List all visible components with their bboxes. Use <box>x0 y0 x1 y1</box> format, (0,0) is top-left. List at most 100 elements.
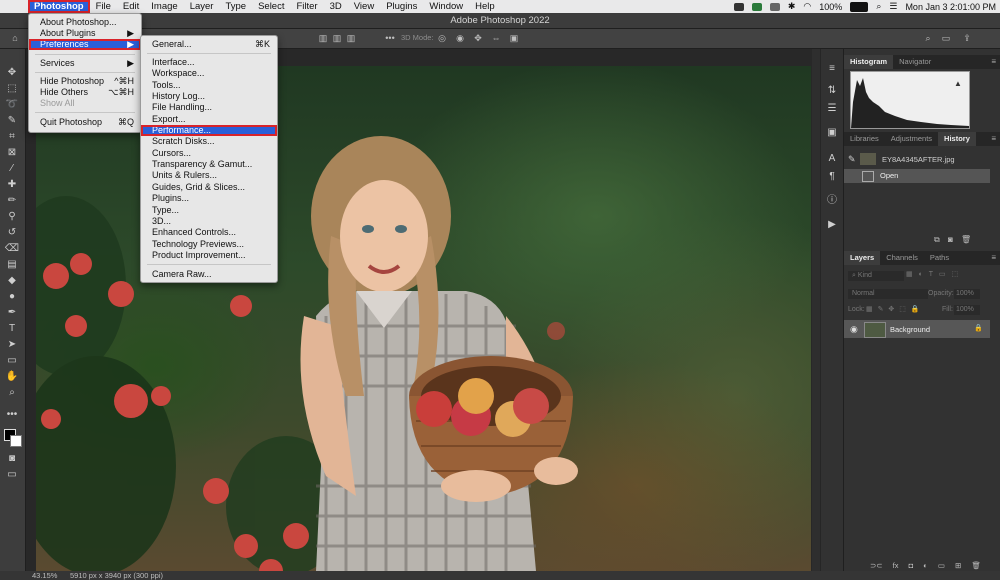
brush-tool-icon[interactable]: ✏ <box>4 195 20 207</box>
menu-image[interactable]: Image <box>145 0 183 13</box>
sliders-icon[interactable]: ☰ <box>826 103 838 115</box>
quick-select-tool-icon[interactable]: ✎ <box>4 115 20 127</box>
layer-name[interactable]: Background <box>890 325 930 334</box>
pref-item-product-improvement[interactable]: Product Improvement... <box>141 250 277 261</box>
history-brush-source-icon[interactable]: ✎ <box>848 154 856 165</box>
background-color-swatch[interactable] <box>10 435 22 447</box>
lock-move-icon[interactable]: ✥ <box>888 306 894 313</box>
menu-item-hide-others[interactable]: Hide Others ⌥⌘H <box>29 87 141 98</box>
more-tools-icon[interactable]: ••• <box>4 409 20 421</box>
actions-play-icon[interactable]: ▶ <box>826 219 838 231</box>
layer-style-icon[interactable]: fx <box>893 561 899 570</box>
menu-window[interactable]: Window <box>423 0 469 13</box>
menu-file[interactable]: File <box>90 0 117 13</box>
menu-item-quit-photoshop[interactable]: Quit Photoshop ⌘Q <box>29 117 141 128</box>
pref-item-transparency-gamut[interactable]: Transparency & Gamut... <box>141 159 277 170</box>
panel-menu-icon[interactable]: ≡ <box>991 254 996 262</box>
lock-artboard-icon[interactable]: ⬚ <box>899 306 906 313</box>
menu-select[interactable]: Select <box>252 0 290 13</box>
history-state-open[interactable]: Open <box>844 169 990 183</box>
lock-all-icon[interactable]: 🔒 <box>911 306 920 313</box>
blend-mode-select[interactable]: Normal <box>848 289 928 299</box>
dodge-tool-icon[interactable]: ● <box>4 291 20 303</box>
hand-tool-icon[interactable]: ✋ <box>4 371 20 383</box>
info-icon[interactable]: ⓘ <box>826 195 838 207</box>
canvas-scrollbar[interactable] <box>812 49 820 571</box>
control-center-icon[interactable]: ☰ <box>889 1 897 12</box>
pref-item-export[interactable]: Export... <box>141 114 277 125</box>
align-right-icon[interactable]: ▥ <box>346 33 356 43</box>
menu-help[interactable]: Help <box>469 0 501 13</box>
document-info[interactable]: 5910 px x 3940 px (300 ppi) <box>70 571 163 580</box>
search-icon[interactable]: ⌕ <box>923 33 933 43</box>
new-layer-icon[interactable]: ⊞ <box>955 561 961 570</box>
panel-menu-icon[interactable]: ≡ <box>991 58 996 66</box>
tab-paths[interactable]: Paths <box>924 251 955 265</box>
menu-item-services[interactable]: Services ▶ <box>29 58 141 69</box>
pref-item-performance[interactable]: Performance... <box>141 125 277 136</box>
more-options-icon[interactable]: ••• <box>385 33 395 43</box>
move-tool-icon[interactable]: ✥ <box>4 67 20 79</box>
history-brush-icon[interactable]: ↺ <box>4 227 20 239</box>
pref-item-technology-previews[interactable]: Technology Previews... <box>141 239 277 250</box>
history-snapshot[interactable]: ✎ EY8A4345AFTER.jpg <box>844 151 1000 169</box>
type-tool-icon[interactable]: T <box>4 323 20 335</box>
link-layers-icon[interactable]: ⊃⊂ <box>870 561 883 570</box>
zoom-level[interactable]: 43.15% <box>32 571 57 580</box>
quick-mask-icon[interactable]: ◙ <box>4 453 20 465</box>
delete-icon[interactable]: 🗑 <box>961 235 971 244</box>
pen-tool-icon[interactable]: ✒ <box>4 307 20 319</box>
pref-item-scratch-disks[interactable]: Scratch Disks... <box>141 136 277 147</box>
visibility-eye-icon[interactable]: ◉ <box>850 324 858 335</box>
home-icon[interactable]: ⌂ <box>10 33 20 43</box>
pref-item-general[interactable]: General... ⌘K <box>141 39 277 50</box>
character-icon[interactable]: A <box>826 153 838 165</box>
adjust-icon[interactable]: ⇅ <box>826 85 838 97</box>
tab-channels[interactable]: Channels <box>880 251 924 265</box>
menu-edit[interactable]: Edit <box>117 0 145 13</box>
marquee-tool-icon[interactable]: ⬚ <box>4 83 20 95</box>
layer-row-background[interactable]: ◉ Background 🔒 <box>844 320 990 338</box>
tab-navigator[interactable]: Navigator <box>893 55 937 69</box>
new-document-from-state-icon[interactable]: ⧉ <box>934 235 940 244</box>
filter-adjust-icon[interactable]: ◐ <box>919 271 923 278</box>
pref-item-cursors[interactable]: Cursors... <box>141 148 277 159</box>
opacity-field[interactable]: 100% <box>954 289 980 299</box>
menu-item-preferences[interactable]: Preferences ▶ <box>29 39 141 50</box>
menu-photoshop[interactable]: Photoshop <box>28 0 90 13</box>
align-center-icon[interactable]: ▥ <box>332 33 342 43</box>
menu-3d[interactable]: 3D <box>324 0 348 13</box>
fill-field[interactable]: 100% <box>954 305 980 315</box>
3d-roll-icon[interactable]: ◉ <box>455 33 465 43</box>
filter-smart-icon[interactable]: ⬚ <box>951 271 958 278</box>
tab-histogram[interactable]: Histogram <box>844 55 894 69</box>
panel-menu-icon[interactable]: ≡ <box>991 135 996 143</box>
3d-orbit-icon[interactable]: ◎ <box>437 33 447 43</box>
3d-slide-icon[interactable]: ⇔ <box>491 33 501 43</box>
screen-mode-icon[interactable]: ▭ <box>4 469 20 481</box>
tab-libraries[interactable]: Libraries <box>844 132 885 146</box>
layer-comps-icon[interactable]: ▣ <box>826 127 838 139</box>
menu-view[interactable]: View <box>348 0 380 13</box>
healing-brush-icon[interactable]: ✚ <box>4 179 20 191</box>
pref-item-camera-raw[interactable]: Camera Raw... <box>141 269 277 280</box>
path-selection-icon[interactable]: ➤ <box>4 339 20 351</box>
wifi-icon[interactable]: ◠ <box>803 1 811 12</box>
display-icon[interactable] <box>769 2 780 11</box>
menu-layer[interactable]: Layer <box>184 0 220 13</box>
clock[interactable]: Mon Jan 3 2:01:00 PM <box>905 2 996 12</box>
3d-scale-icon[interactable]: ▣ <box>509 33 519 43</box>
creative-cloud-icon[interactable] <box>733 2 744 11</box>
add-mask-icon[interactable]: ◘ <box>909 561 914 570</box>
pref-item-workspace[interactable]: Workspace... <box>141 68 277 79</box>
tab-adjustments[interactable]: Adjustments <box>885 132 938 146</box>
lock-transparent-icon[interactable]: ▦ <box>866 306 873 313</box>
new-group-icon[interactable]: ▭ <box>938 561 945 570</box>
filter-shape-icon[interactable]: ▭ <box>939 271 946 278</box>
blur-tool-icon[interactable]: ◆ <box>4 275 20 287</box>
menu-plugins[interactable]: Plugins <box>380 0 423 13</box>
3d-pan-icon[interactable]: ✥ <box>473 33 483 43</box>
shape-tool-icon[interactable]: ▭ <box>4 355 20 367</box>
pref-item-tools[interactable]: Tools... <box>141 80 277 91</box>
pref-item-type[interactable]: Type... <box>141 205 277 216</box>
